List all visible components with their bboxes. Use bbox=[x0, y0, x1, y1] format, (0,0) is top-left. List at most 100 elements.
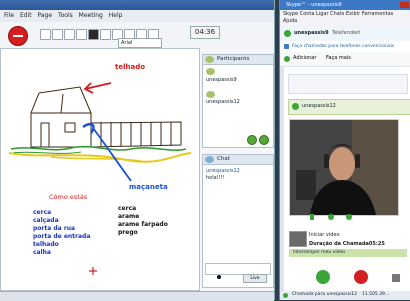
side-panels: Participants unespassis9 unespassis12 Ch… bbox=[200, 48, 274, 291]
font-select[interactable]: Arial bbox=[118, 38, 162, 48]
line-tool-icon[interactable] bbox=[76, 29, 87, 40]
menu-chats[interactable]: Chats bbox=[330, 11, 344, 17]
interrupt-video-button[interactable]: Interromper meu vídeo bbox=[289, 249, 407, 257]
contact-name: unespassis12 bbox=[302, 103, 336, 109]
answer-call-icon[interactable] bbox=[316, 270, 330, 284]
do-more-button[interactable]: Faça mais bbox=[326, 55, 351, 61]
whiteboard-drawing bbox=[8, 82, 192, 275]
skype-actions-bar: Adicionar Faça mais bbox=[280, 52, 410, 67]
volume-icon[interactable] bbox=[310, 214, 314, 220]
word-item: calçada bbox=[33, 217, 59, 224]
close-icon[interactable] bbox=[400, 2, 409, 8]
call-phones-link[interactable]: Faça chamadas para telefones convenciona… bbox=[280, 41, 410, 52]
word-list-right: cerca arame arame farpado prego bbox=[118, 205, 168, 237]
chat-header: Chat bbox=[203, 155, 273, 165]
active-contact[interactable]: unespassis12 bbox=[288, 99, 410, 115]
whiteboard-title-bar bbox=[0, 0, 274, 10]
participant-name[interactable]: unespassis12 bbox=[206, 99, 240, 105]
chat-color-icon[interactable] bbox=[217, 275, 221, 279]
yellow-path-drawing bbox=[8, 152, 192, 163]
word-item: cerca bbox=[33, 209, 52, 216]
share-icon[interactable] bbox=[346, 214, 352, 220]
word-item: telhado bbox=[33, 241, 59, 248]
label-gate: maçaneta bbox=[129, 183, 168, 191]
user-avatar-icon bbox=[206, 91, 215, 98]
blue-line-drawing bbox=[82, 122, 132, 182]
whiteboard-toolbar: 04:36 Arial bbox=[0, 22, 274, 49]
chat-message: hola!!!! bbox=[206, 175, 225, 181]
participant-name[interactable]: unespassis9 bbox=[206, 77, 237, 83]
mic-icon[interactable] bbox=[247, 135, 257, 145]
greeting-text: Cómo estás bbox=[49, 193, 88, 201]
menu-ligar[interactable]: Ligar bbox=[316, 11, 328, 17]
menu-exibir[interactable]: Exibir bbox=[346, 11, 360, 17]
add-contact-icon bbox=[284, 56, 290, 62]
call-controls: Iniciar vídeo Duração da Chamada05:25 In… bbox=[289, 229, 409, 269]
word-item: arame farpado bbox=[118, 221, 168, 228]
webcam-icon[interactable] bbox=[259, 135, 269, 145]
menu-skype[interactable]: Skype bbox=[283, 11, 298, 17]
menu-help[interactable]: Help bbox=[109, 12, 123, 19]
chat-icon bbox=[205, 156, 214, 163]
exit-meeting-icon[interactable] bbox=[8, 26, 28, 46]
start-video-button[interactable]: Iniciar vídeo bbox=[309, 232, 340, 238]
skype-title-bar: Skype™ - unespassis9 bbox=[280, 0, 410, 10]
call-status-text: Chamada para unespassis12 bbox=[292, 292, 358, 297]
skype-status-bar: Chamada para unespassis12 11.505.39... bbox=[280, 291, 410, 300]
house-drawing bbox=[30, 86, 182, 148]
chat-header-area bbox=[288, 74, 408, 94]
chat-panel: Chat unespassis12 hola!!!! Live bbox=[202, 154, 274, 288]
online-status-icon bbox=[284, 30, 291, 37]
menu-meeting[interactable]: Meeting bbox=[79, 12, 103, 19]
chat-send-button[interactable]: Live bbox=[243, 274, 267, 283]
end-call-icon[interactable] bbox=[354, 270, 368, 284]
pen-tool-icon[interactable] bbox=[52, 29, 63, 40]
menu-edit[interactable]: Edit bbox=[20, 12, 32, 19]
participants-panel: Participants unespassis9 unespassis12 bbox=[202, 54, 274, 148]
word-item: calha bbox=[33, 249, 51, 256]
word-item: arame bbox=[118, 213, 140, 220]
user-avatar-icon bbox=[206, 68, 215, 75]
word-list-left: cerca calçada porta da rua porta de entr… bbox=[33, 209, 90, 257]
remote-video bbox=[289, 119, 399, 216]
menu-tools[interactable]: Tools bbox=[58, 12, 73, 19]
video-toggle-icon[interactable] bbox=[328, 214, 334, 220]
cursor-mark bbox=[89, 267, 97, 275]
participants-header: Participants bbox=[203, 55, 273, 65]
skype-menu-bar: Skype Conta Ligar Chats Exibir Ferrament… bbox=[280, 10, 410, 27]
skype-window: Skype™ - unespassis9 Skype Conta Ligar C… bbox=[279, 0, 410, 300]
word-item: porta de entrada bbox=[33, 233, 91, 240]
red-arrow-drawing bbox=[83, 82, 112, 94]
phone-icon bbox=[284, 44, 289, 49]
dialpad-icon[interactable] bbox=[392, 274, 400, 282]
word-item: prego bbox=[118, 229, 138, 236]
call-status-icon bbox=[283, 293, 288, 298]
call-duration: Duração da Chamada05:25 bbox=[309, 241, 385, 247]
call-status-time: 11.505.39... bbox=[362, 292, 390, 297]
whiteboard-canvas[interactable]: telhado maçaneta Cómo estás cerca calçad… bbox=[0, 48, 200, 291]
menu-file[interactable]: File bbox=[4, 12, 14, 19]
text-tool-icon[interactable] bbox=[64, 29, 75, 40]
add-contact-button[interactable]: Adicionar bbox=[293, 55, 316, 61]
color-picker-icon[interactable] bbox=[88, 29, 99, 40]
timer-display: 04:36 bbox=[190, 26, 220, 39]
chat-title: Chat bbox=[217, 156, 230, 162]
chat-sender: unespassis12 bbox=[206, 168, 240, 174]
menu-page[interactable]: Page bbox=[38, 12, 53, 19]
self-video-thumbnail bbox=[289, 231, 307, 247]
word-item: cerca bbox=[118, 205, 137, 212]
participants-title: Participants bbox=[217, 56, 250, 62]
shape-tool-icon[interactable] bbox=[100, 29, 111, 40]
contacts-sidebar[interactable] bbox=[280, 66, 284, 291]
skype-title: Skype™ - unespassis9 bbox=[286, 2, 342, 8]
menu-ajuda[interactable]: Ajuda bbox=[283, 18, 297, 24]
arrow-tool-icon[interactable] bbox=[40, 29, 51, 40]
participants-icon bbox=[205, 56, 214, 63]
webcam-feed-image bbox=[290, 120, 398, 215]
user-mood[interactable]: Telefandwri bbox=[332, 30, 360, 36]
menu-ferramentas[interactable]: Ferramentas bbox=[362, 11, 394, 17]
label-roof: telhado bbox=[115, 63, 146, 71]
word-item: porta da rua bbox=[33, 225, 76, 232]
menu-conta[interactable]: Conta bbox=[300, 11, 315, 17]
current-user[interactable]: unespassis9 bbox=[294, 30, 329, 36]
